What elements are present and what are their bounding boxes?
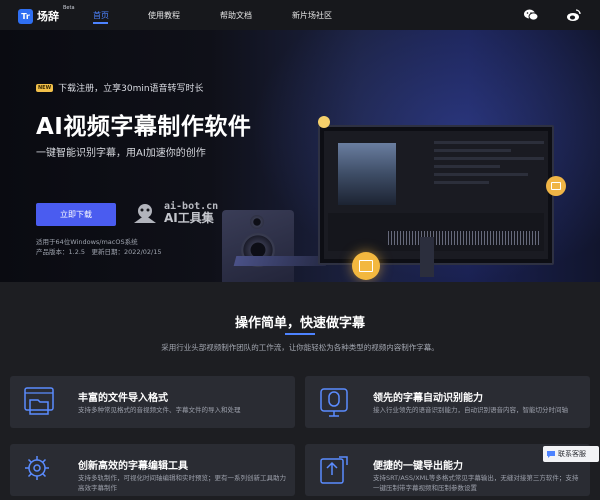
feature-card-recognition[interactable]: 领先的字幕自动识别能力 接入行业领先的语音识别能力，自动识别语音内容，智能切分时… (305, 376, 590, 428)
announcement-text: 下载注册，立享30min语音转写时长 (58, 84, 204, 94)
panel-row (434, 173, 528, 176)
watermark-name: AI工具集 (164, 211, 214, 225)
section-subtitle: 采用行业头部视频制作团队的工作流，让你能轻松为各种类型的视频内容制作字幕。 (161, 343, 439, 352)
watermark-robot-icon (134, 204, 156, 223)
panel-row (434, 157, 544, 160)
feature-desc: 支持多种常见格式的音视频文件、字幕文件的导入和处理 (78, 406, 241, 414)
section-title-underline (285, 333, 315, 335)
subtitle-badge-icon (546, 176, 566, 196)
top-nav: Tr 场辞 Beta 首页 使用教程 帮助文档 新片场社区 (0, 0, 600, 30)
panel-row (434, 149, 511, 152)
book-icon (352, 252, 380, 280)
export-icon (320, 456, 348, 484)
feature-title: 便捷的一键导出能力 (373, 461, 463, 472)
panel-row (434, 141, 544, 144)
watermark-text: ai-bot.cn AI工具集 (164, 202, 218, 225)
nav-item-community[interactable]: 新片场社区 (292, 10, 332, 21)
announcement[interactable]: NEW 下载注册，立享30min语音转写时长 (36, 81, 204, 94)
features-section: 操作简单，快速做字幕 采用行业头部视频制作团队的工作流，让你能轻松为各种类型的视… (0, 282, 600, 500)
monitor-screen (324, 131, 548, 259)
feature-title: 领先的字幕自动识别能力 (373, 393, 483, 404)
panel-row (434, 181, 489, 184)
new-badge: NEW (36, 83, 54, 92)
feature-desc: 支持SRT/ASS/XML等多格式常见字幕输出，无缝对接第三方软件；支持一键压制… (373, 474, 579, 492)
speaker-illustration (222, 210, 294, 282)
feature-title: 创新高效的字幕编辑工具 (78, 461, 188, 472)
monitor-timeline (328, 213, 544, 251)
monitor-video-preview (338, 143, 396, 205)
section-title: 操作简单，快速做字幕 (234, 316, 365, 331)
weibo-icon[interactable] (566, 7, 582, 23)
version-info: 产品版本：1.2.5 更新日期：2022/02/15 (36, 248, 162, 256)
logo[interactable]: Tr 场辞 Beta (18, 5, 75, 24)
speech-recognition-icon (320, 388, 348, 417)
logo-mark: Tr (18, 8, 33, 24)
logo-beta-label: Beta (63, 5, 75, 11)
download-button[interactable]: 立即下载 (36, 203, 116, 226)
hero-subtitle: 一键智能识别字幕，用AI加速你的创作 (36, 148, 206, 159)
nav-item-docs[interactable]: 帮助文档 (220, 10, 252, 21)
audio-waveform (388, 231, 540, 245)
feature-title: 丰富的文件导入格式 (78, 393, 168, 404)
hero-title: AI视频字幕制作软件 (36, 114, 252, 140)
nav-item-tutorials[interactable]: 使用教程 (148, 10, 180, 21)
wechat-icon[interactable] (523, 7, 539, 23)
panel-row (434, 165, 500, 168)
logo-text: 场辞 (37, 10, 59, 23)
chat-icon (547, 451, 555, 458)
folder-import-icon (24, 387, 54, 415)
watermark: ai-bot.cn AI工具集 (131, 202, 218, 224)
desk-shelf-illustration (233, 256, 329, 266)
subtitle-badge-inner (551, 182, 561, 190)
speaker-tweeter (250, 215, 264, 229)
system-requirement: 适用于64位Windows/macOS系统 (36, 238, 138, 246)
hero-banner: NEW 下载注册，立享30min语音转写时长 AI视频字幕制作软件 一键智能识别… (0, 30, 600, 282)
nav-active-indicator (93, 22, 108, 24)
tag-icon (318, 116, 330, 128)
customer-service-button[interactable]: 联系客服 (543, 446, 599, 462)
book-icon-inner (359, 260, 373, 272)
feature-card-import[interactable]: 丰富的文件导入格式 支持多种常见格式的音视频文件、字幕文件的导入和处理 (10, 376, 295, 428)
nav-item-home[interactable]: 首页 (93, 10, 109, 21)
hero-meta: 适用于64位Windows/macOS系统 产品版本：1.2.5 更新日期：20… (36, 237, 162, 257)
customer-service-label: 联系客服 (558, 450, 586, 458)
feature-card-editing[interactable]: 创新高效的字幕编辑工具 支持多轨制作，可视化时间轴编辑和实时预览；更有一系列创新… (10, 444, 295, 496)
monitor-stand (420, 237, 434, 277)
monitor-side-panel (434, 141, 544, 211)
gear-edit-icon (25, 456, 49, 480)
monitor-illustration (318, 125, 554, 265)
feature-desc: 接入行业领先的语音识别能力，自动识别语音内容，智能切分时间轴 (373, 406, 568, 414)
feature-desc: 支持多轨制作，可视化时间轴编辑和实时预览；更有一系列创新工具助力高效字幕制作 (78, 474, 286, 492)
